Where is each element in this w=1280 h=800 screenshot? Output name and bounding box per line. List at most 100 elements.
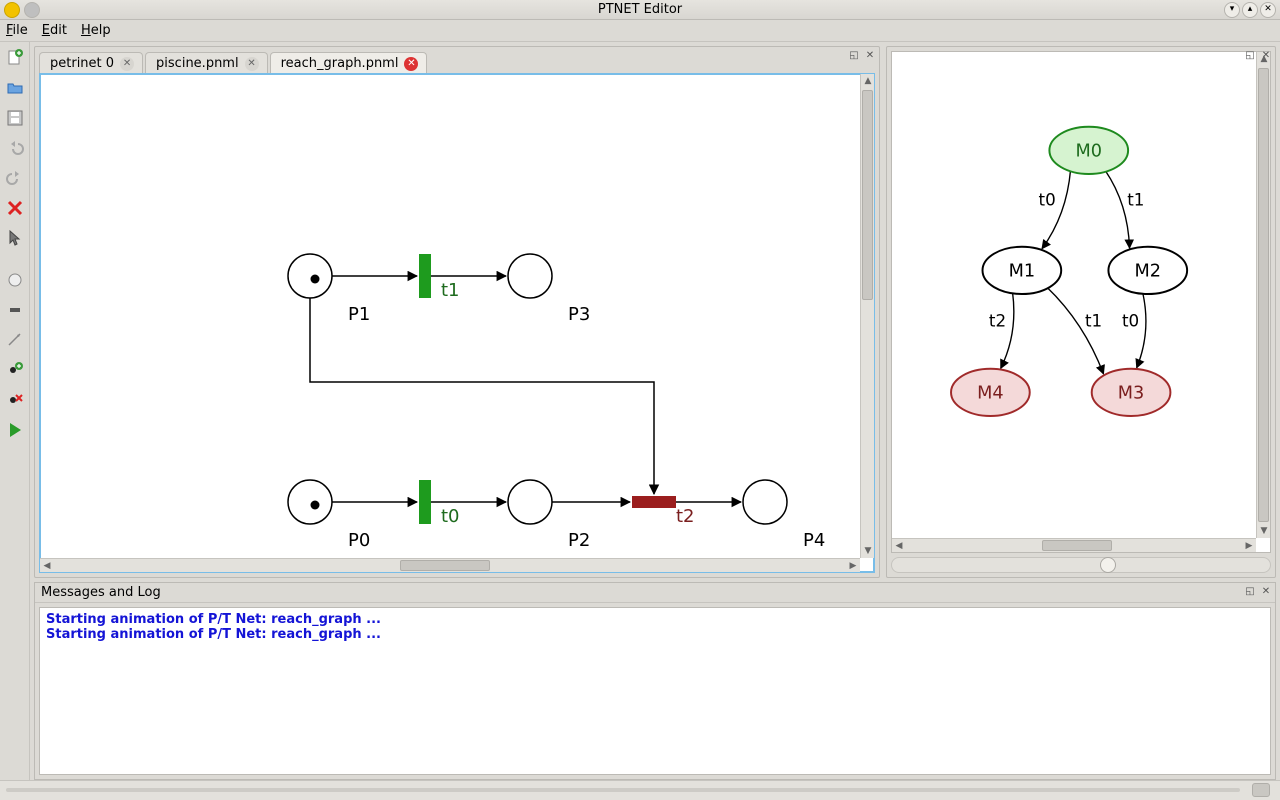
scroll-thumb[interactable] [400,560,490,571]
scroll-thumb[interactable] [1258,68,1269,522]
pointer-button[interactable] [3,226,27,250]
open-file-button[interactable] [3,76,27,100]
remove-token-button[interactable] [3,388,27,412]
app-icon [4,2,20,18]
scroll-right-icon[interactable]: ▶ [846,559,860,573]
place-label: P1 [348,304,370,325]
tab-close-icon[interactable]: ✕ [404,57,418,71]
token-icon [311,275,320,284]
state-edge-label: t0 [1122,310,1139,330]
state-edge[interactable] [1105,171,1129,249]
state-edge-label: t2 [989,310,1006,330]
reachability-pane: ◱ ✕ M0M1M2M4M3t0t1t2t1t0 ▲ [886,46,1276,578]
state-label: M3 [1118,383,1145,403]
pane-restore-button[interactable]: ◱ [1243,585,1257,599]
transition-tool-button[interactable] [3,298,27,322]
menu-file[interactable]: File [6,23,28,38]
scroll-down-icon[interactable]: ▼ [861,544,875,558]
pointer-icon [6,229,24,247]
vertical-scrollbar[interactable]: ▲ ▼ [860,74,874,558]
toolbar [0,42,30,780]
pane-restore-button[interactable]: ◱ [847,49,861,63]
scroll-down-icon[interactable]: ▼ [1257,524,1271,538]
horizontal-scrollbar[interactable]: ◀ ▶ [40,558,860,572]
transition-label: t1 [441,280,460,301]
state-label: M2 [1135,261,1162,281]
state-label: M1 [1009,261,1036,281]
pane-restore-button[interactable]: ◱ [1243,49,1257,63]
place-tool-button[interactable] [3,268,27,292]
menu-edit[interactable]: Edit [42,23,67,38]
place-label: P3 [568,304,590,325]
open-file-icon [6,79,24,97]
log-line: Starting animation of P/T Net: reach_gra… [46,627,1264,642]
window-title: PTNET Editor [0,2,1280,17]
reachability-canvas[interactable]: M0M1M2M4M3t0t1t2t1t0 ▲ ▼ ◀ ▶ [891,51,1271,553]
play-icon [6,421,24,439]
canvas[interactable]: P1 P3 P0 P2 P4 t1 t0 t2 ▲ ▼ ◀ ▶ [39,73,875,573]
place-node[interactable] [288,254,332,298]
close-button[interactable]: ✕ [1260,2,1276,18]
scroll-track [6,788,1240,792]
state-edge-label: t0 [1039,189,1056,209]
place-node[interactable] [508,480,552,524]
scroll-thumb[interactable] [1042,540,1112,551]
place-label: P2 [568,530,590,551]
play-button[interactable] [3,418,27,442]
tab-piscine[interactable]: piscine.pnml ✕ [145,52,268,74]
pane-close-button[interactable]: ✕ [863,49,877,63]
tab-petrinet-0[interactable]: petrinet 0 ✕ [39,52,143,74]
minimize-button[interactable]: ▾ [1224,2,1240,18]
tab-close-icon[interactable]: ✕ [245,57,259,71]
arc[interactable] [310,298,654,494]
tab-reach-graph[interactable]: reach_graph.pnml ✕ [270,52,428,74]
tab-close-icon[interactable]: ✕ [120,57,134,71]
undo-button[interactable] [3,136,27,160]
pane-close-button[interactable]: ✕ [1259,49,1273,63]
place-label: P0 [348,530,370,551]
transition-tool-icon [6,301,24,319]
add-token-button[interactable] [3,358,27,382]
state-label: M0 [1075,141,1102,161]
zoom-slider[interactable] [891,557,1271,573]
messages-body[interactable]: Starting animation of P/T Net: reach_gra… [39,607,1271,775]
messages-pane: ◱ ✕ Messages and Log Starting animation … [34,582,1276,780]
place-tool-icon [6,271,24,289]
arc-tool-button[interactable] [3,328,27,352]
scroll-right-icon[interactable]: ▶ [1242,539,1256,553]
tab-label: reach_graph.pnml [281,56,399,71]
global-scrollbar[interactable] [0,780,1280,800]
new-file-icon [6,49,24,67]
menubar: File Edit Help [0,20,1280,42]
horizontal-scrollbar[interactable]: ◀ ▶ [892,538,1256,552]
scroll-left-icon[interactable]: ◀ [40,559,54,573]
delete-button[interactable] [3,196,27,220]
log-line: Starting animation of P/T Net: reach_gra… [46,612,1264,627]
state-label: M4 [977,383,1004,403]
messages-title: Messages and Log [35,583,1275,603]
save-button[interactable] [3,106,27,130]
place-node[interactable] [288,480,332,524]
redo-button[interactable] [3,166,27,190]
menu-help[interactable]: Help [81,23,111,38]
place-node[interactable] [743,480,787,524]
scroll-thumb[interactable] [1252,783,1270,797]
new-file-button[interactable] [3,46,27,70]
transition-disabled[interactable] [632,496,676,508]
vertical-scrollbar[interactable]: ▲ ▼ [1256,52,1270,538]
scroll-left-icon[interactable]: ◀ [892,539,906,553]
transition-enabled[interactable] [419,480,431,524]
undo-icon [6,139,24,157]
scroll-thumb[interactable] [862,90,873,300]
state-edge-label: t1 [1127,189,1144,209]
maximize-button[interactable]: ▴ [1242,2,1258,18]
pane-close-button[interactable]: ✕ [1259,585,1273,599]
place-node[interactable] [508,254,552,298]
app-icon-secondary [24,2,40,18]
transition-label: t2 [676,506,695,527]
zoom-slider-knob[interactable] [1100,557,1116,573]
transition-enabled[interactable] [419,254,431,298]
transition-label: t0 [441,506,460,527]
scroll-up-icon[interactable]: ▲ [861,74,875,88]
place-label: P4 [803,530,825,551]
